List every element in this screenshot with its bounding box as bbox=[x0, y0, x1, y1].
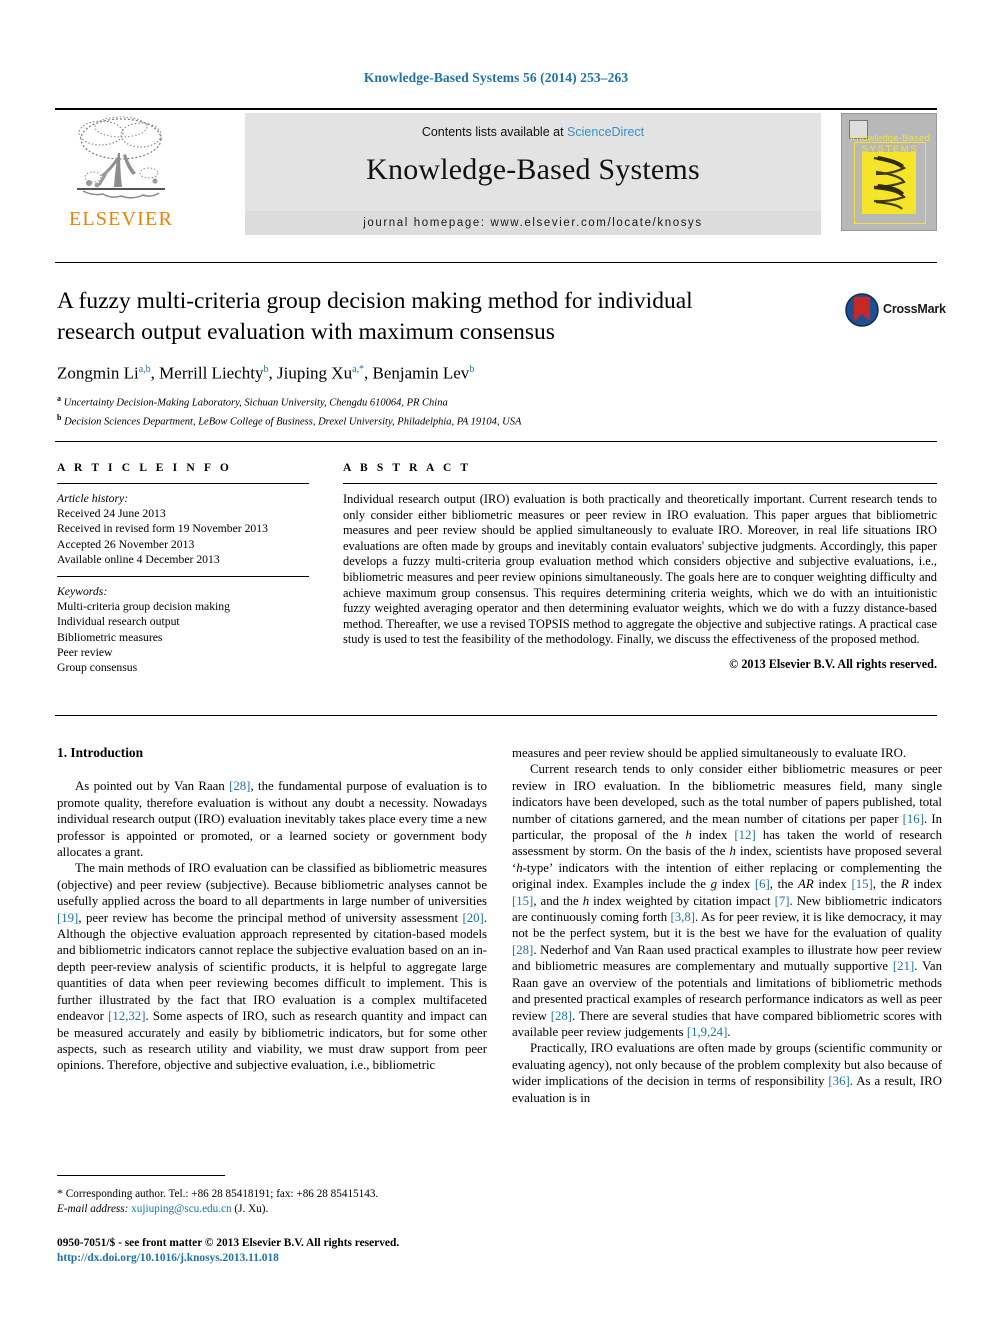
abstract-heading: A B S T R A C T bbox=[343, 462, 472, 474]
article-history: Article history: Received 24 June 2013 R… bbox=[57, 491, 309, 567]
section-heading-introduction: 1. Introduction bbox=[57, 745, 144, 760]
journal-homepage-band[interactable]: journal homepage: www.elsevier.com/locat… bbox=[245, 211, 821, 235]
issn-copyright-line: 0950-7051/$ - see front matter © 2013 El… bbox=[57, 1237, 400, 1249]
elsevier-logo: ELSEVIER bbox=[63, 113, 179, 231]
abstract-text: Individual research output (IRO) evaluat… bbox=[343, 492, 937, 647]
article-info-heading: A R T I C L E I N F O bbox=[57, 462, 232, 474]
author-name: Zongmin Li bbox=[57, 363, 139, 383]
imprint-block: 0950-7051/$ - see front matter © 2013 El… bbox=[57, 1236, 497, 1266]
body-paragraph: Current research tends to only consider … bbox=[512, 762, 942, 1039]
keyword-item: Individual research output bbox=[57, 615, 180, 629]
abstract-rule bbox=[343, 483, 937, 484]
keywords-rule bbox=[57, 576, 309, 578]
keyword-item: Bibliometric measures bbox=[57, 630, 163, 644]
history-item: Accepted 26 November 2013 bbox=[57, 537, 195, 551]
article-history-label: Article history: bbox=[57, 492, 129, 505]
keyword-item: Group consensus bbox=[57, 661, 138, 675]
email-label: E-mail address: bbox=[57, 1202, 129, 1215]
body-paragraph: Practically, IRO evaluations are often m… bbox=[512, 1041, 942, 1105]
body-column-left: 1. Introduction As pointed out by Van Ra… bbox=[57, 745, 487, 1074]
corresponding-author-text: Corresponding author. Tel.: +86 28 85418… bbox=[65, 1188, 379, 1200]
email-link[interactable]: xujiuping@scu.edu.cn bbox=[131, 1203, 231, 1215]
contents-prefix: Contents lists available at bbox=[421, 125, 564, 139]
email-note: E-mail address: xujiuping@scu.edu.cn (J.… bbox=[57, 1202, 487, 1217]
author-name: Merrill Liechty bbox=[159, 363, 264, 383]
cover-helix-icon bbox=[862, 152, 916, 214]
journal-cover-thumbnail: Knowledge-Based SYSTEMS bbox=[841, 113, 937, 231]
journal-masthead: ELSEVIER Contents lists available at Sci… bbox=[55, 108, 937, 235]
affiliation-marker: b bbox=[57, 412, 62, 422]
email-suffix: (J. Xu). bbox=[234, 1202, 269, 1215]
affiliation-marker: a bbox=[57, 394, 61, 403]
contents-available-line: Contents lists available at ScienceDirec… bbox=[245, 113, 821, 139]
author-affil-marker: b bbox=[469, 364, 475, 375]
body-paragraph-continued: measures and peer review should be appli… bbox=[512, 746, 907, 760]
article-title: A fuzzy multi-criteria group decision ma… bbox=[57, 288, 693, 345]
running-head: Knowledge-Based Systems 56 (2014) 253–26… bbox=[363, 70, 629, 85]
affiliation-text: Uncertainty Decision-Making Laboratory, … bbox=[63, 397, 448, 409]
elsevier-wordmark: ELSEVIER bbox=[68, 208, 174, 230]
elsevier-tree-icon bbox=[77, 116, 165, 199]
crossmark-badge[interactable]: CrossMark bbox=[845, 291, 946, 331]
history-item: Received in revised form 19 November 201… bbox=[57, 522, 268, 536]
asterisk-icon: * bbox=[57, 1186, 63, 1200]
author-name: Benjamin Lev bbox=[372, 363, 470, 383]
sciencedirect-link[interactable]: ScienceDirect bbox=[567, 125, 644, 139]
body-paragraph: The main methods of IRO evaluation can b… bbox=[57, 861, 487, 1073]
article-info-block: A R T I C L E I N F O Article history: R… bbox=[57, 462, 309, 675]
abstract-copyright: © 2013 Elsevier B.V. All rights reserved… bbox=[729, 656, 937, 671]
affiliation-item: b Decision Sciences Department, LeBow Co… bbox=[57, 411, 817, 430]
body-column-right: measures and peer review should be appli… bbox=[512, 745, 942, 1106]
article-page: Knowledge-Based Systems 56 (2014) 253–26… bbox=[0, 0, 992, 1323]
crossmark-icon bbox=[845, 293, 879, 327]
history-item: Received 24 June 2013 bbox=[57, 507, 166, 521]
affiliation-text: Decision Sciences Department, LeBow Coll… bbox=[64, 416, 522, 427]
history-item: Available online 4 December 2013 bbox=[57, 552, 220, 566]
author-affil-marker: a,* bbox=[352, 364, 365, 375]
affiliation-item: a Uncertainty Decision-Making Laboratory… bbox=[57, 392, 817, 411]
author-name: Jiuping Xu bbox=[276, 363, 353, 383]
cover-artwork bbox=[862, 152, 916, 214]
footnote-block: * Corresponding author. Tel.: +86 28 854… bbox=[57, 1186, 487, 1216]
title-divider bbox=[55, 262, 937, 263]
keywords-label: Keywords: bbox=[57, 585, 108, 599]
keyword-item: Peer review bbox=[57, 645, 113, 659]
footnote-divider bbox=[57, 1175, 225, 1176]
crossmark-label: CrossMark bbox=[883, 302, 946, 316]
author-list: Zongmin Lia,b, Merrill Liechtyb, Jiuping… bbox=[57, 363, 475, 383]
article-info-rule bbox=[57, 483, 309, 484]
keyword-item: Multi-criteria group decision making bbox=[57, 600, 230, 614]
info-divider-top bbox=[55, 441, 937, 442]
info-divider-bottom bbox=[55, 715, 937, 716]
author-affil-marker: b bbox=[263, 364, 269, 375]
author-affil-marker: a,b bbox=[138, 364, 151, 375]
doi-link[interactable]: http://dx.doi.org/10.1016/j.knosys.2013.… bbox=[57, 1251, 497, 1266]
body-paragraph: As pointed out by Van Raan [28], the fun… bbox=[57, 779, 488, 860]
keywords-block: Keywords: Multi-criteria group decision … bbox=[57, 584, 309, 675]
affiliation-list: a Uncertainty Decision-Making Laboratory… bbox=[57, 392, 817, 429]
journal-title: Knowledge-Based Systems bbox=[366, 153, 700, 186]
abstract-block: A B S T R A C T Individual research outp… bbox=[343, 462, 937, 672]
corresponding-author-note: * Corresponding author. Tel.: +86 28 854… bbox=[57, 1186, 487, 1202]
